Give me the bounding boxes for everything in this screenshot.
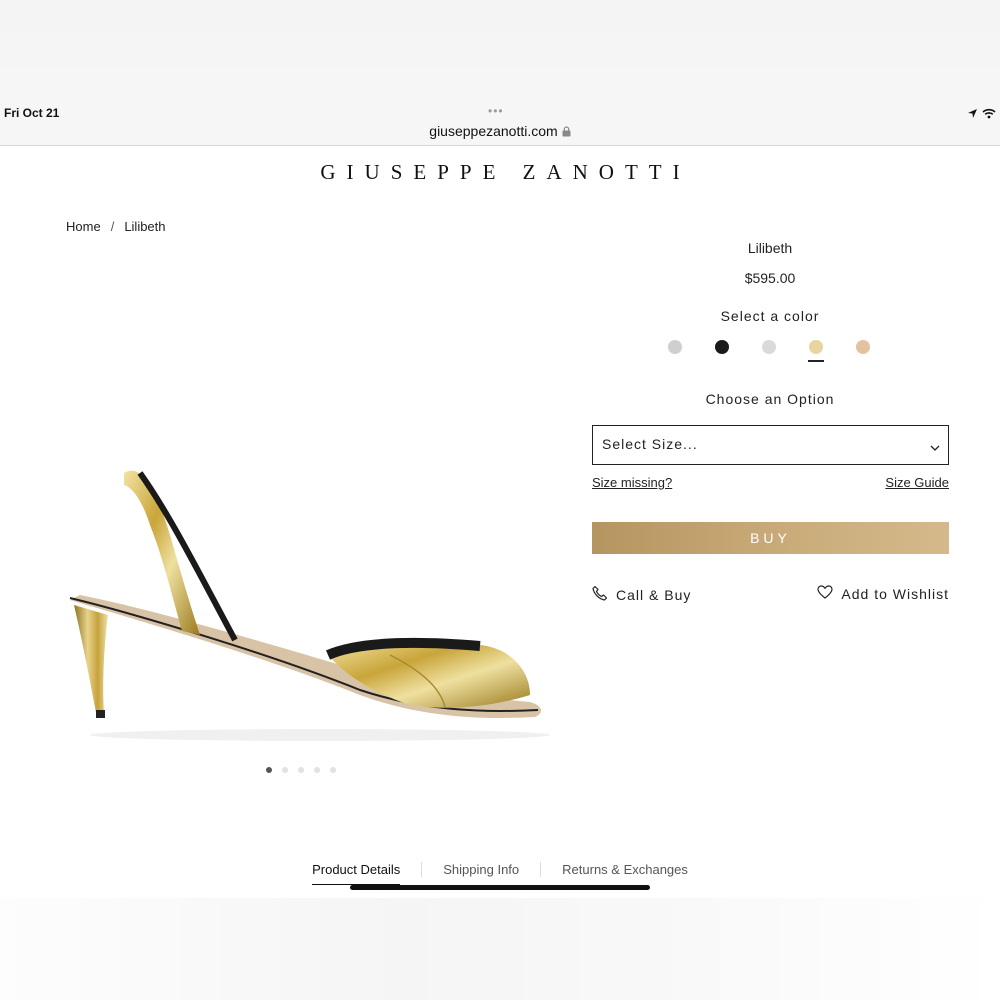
breadcrumb-separator: / — [110, 219, 115, 234]
lock-icon — [562, 124, 571, 140]
product-price: $595.00 — [744, 270, 796, 286]
carousel-dot[interactable] — [314, 767, 320, 773]
location-arrow-icon — [967, 106, 978, 124]
wifi-icon — [982, 106, 996, 124]
product-name: Lilibeth — [747, 240, 793, 256]
color-swatch[interactable] — [808, 340, 824, 362]
choose-option-label: Choose an Option — [705, 391, 835, 407]
tab-shipping-info[interactable]: Shipping Info — [421, 862, 540, 877]
chevron-down-icon — [930, 439, 940, 455]
page-below-fold — [0, 898, 1000, 1000]
breadcrumb-current: Lilibeth — [124, 219, 166, 234]
browser-status-bar: Fri Oct 21 ••• giuseppezanotti.com — [0, 100, 1000, 146]
phone-icon — [592, 585, 608, 604]
status-date: Fri Oct 21 — [4, 106, 60, 120]
address-bar[interactable]: giuseppezanotti.com — [0, 123, 1000, 140]
size-missing-link[interactable]: Size missing? — [592, 475, 672, 490]
home-indicator — [350, 885, 650, 890]
size-select[interactable]: Select Size... — [592, 425, 949, 465]
breadcrumb-home[interactable]: Home — [66, 219, 101, 234]
tab-product-details[interactable]: Product Details — [291, 862, 421, 885]
buy-button[interactable]: BUY — [592, 522, 949, 554]
carousel-dot[interactable] — [282, 767, 288, 773]
add-to-wishlist-label: Add to Wishlist — [841, 585, 949, 602]
size-select-value: Select Size... — [602, 436, 698, 452]
color-swatches — [668, 340, 870, 362]
call-and-buy-label: Call & Buy — [616, 586, 692, 603]
color-swatch[interactable] — [715, 340, 729, 354]
screen-top-area — [0, 0, 1000, 100]
color-swatch[interactable] — [762, 340, 776, 354]
status-icons — [967, 106, 996, 124]
tab-returns-exchanges[interactable]: Returns & Exchanges — [540, 862, 709, 877]
product-info-tabs: Product Details Shipping Info Returns & … — [0, 862, 1000, 885]
tab-menu-dots-icon[interactable]: ••• — [488, 104, 504, 118]
add-to-wishlist-button[interactable]: Add to Wishlist — [817, 585, 949, 602]
url-text: giuseppezanotti.com — [429, 123, 558, 139]
size-guide-link[interactable]: Size Guide — [885, 475, 949, 490]
carousel-dot[interactable] — [298, 767, 304, 773]
breadcrumb: Home / Lilibeth — [66, 219, 166, 234]
color-swatch[interactable] — [668, 340, 682, 354]
carousel-dot[interactable] — [330, 767, 336, 773]
carousel-dot[interactable] — [266, 767, 272, 773]
color-swatch[interactable] — [856, 340, 870, 354]
product-image[interactable] — [60, 455, 550, 745]
call-and-buy-button[interactable]: Call & Buy — [592, 585, 691, 604]
select-color-label: Select a color — [720, 308, 820, 324]
image-carousel-dots — [266, 767, 336, 773]
brand-logo[interactable]: GIUSEPPE ZANOTTI — [0, 160, 1000, 185]
heart-icon — [817, 585, 834, 602]
